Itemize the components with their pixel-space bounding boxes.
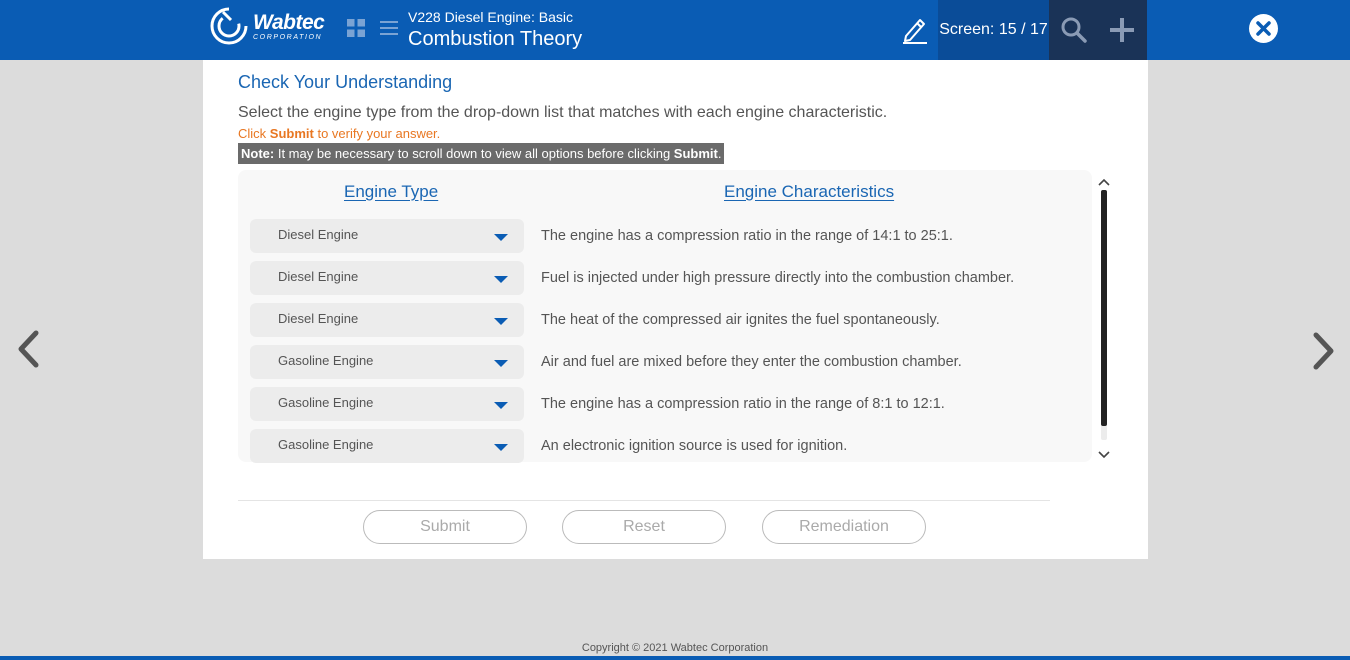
engine-characteristic: The engine has a compression ratio in th… — [541, 396, 945, 412]
dropdown-selected-value: Diesel Engine — [278, 269, 359, 284]
engine-characteristic: Air and fuel are mixed before they enter… — [541, 354, 962, 370]
copyright-footer: Copyright © 2021 Wabtec Corporation — [581, 642, 769, 654]
engine-type-dropdown[interactable]: Diesel Engine — [250, 303, 524, 337]
chevron-down-icon — [494, 276, 508, 283]
course-title: Combustion Theory — [408, 28, 583, 50]
next-screen-chevron-icon[interactable] — [1312, 332, 1336, 370]
dropdown-selected-value: Diesel Engine — [278, 311, 359, 326]
wabtec-logo-icon — [209, 6, 249, 46]
engine-type-dropdown[interactable]: Gasoline Engine — [250, 387, 524, 421]
dropdown-selected-value: Gasoline Engine — [278, 353, 374, 368]
chevron-down-icon — [494, 402, 508, 409]
table-row: Diesel Engine Fuel is injected under hig… — [250, 261, 1090, 295]
course-title-block: V228 Diesel Engine: Basic Combustion The… — [408, 9, 582, 53]
engine-type-dropdown[interactable]: Diesel Engine — [250, 219, 524, 253]
screen-counter: Screen: 15 / 17 — [938, 0, 1049, 60]
hamburger-menu-icon[interactable] — [379, 18, 399, 38]
divider — [238, 500, 1050, 501]
bottom-bar — [0, 656, 1350, 660]
chevron-down-icon — [494, 444, 508, 451]
engine-characteristic: Fuel is injected under high pressure dir… — [541, 270, 1015, 286]
instruction-text: Select the engine type from the drop-dow… — [238, 104, 888, 121]
matching-table: Engine Type Engine Characteristics Diese… — [238, 170, 1092, 463]
scroll-note: Note: It may be necessary to scroll down… — [238, 143, 725, 164]
course-subtitle: V228 Diesel Engine: Basic — [408, 9, 573, 25]
reset-button[interactable]: Reset — [562, 510, 726, 544]
top-header-bar: Wabtec CORPORATION V228 Diesel Engine: B… — [0, 0, 1350, 60]
table-row: Gasoline Engine An electronic ignition s… — [250, 429, 1090, 463]
pencil-icon[interactable] — [902, 14, 928, 44]
submit-hint: Click Submit to verify your answer. — [238, 126, 441, 141]
wabtec-logo: Wabtec CORPORATION — [209, 5, 334, 47]
engine-characteristic: The engine has a compression ratio in th… — [541, 228, 953, 244]
content-panel: Check Your Understanding Select the engi… — [203, 60, 1148, 559]
engine-characteristic: An electronic ignition source is used fo… — [541, 438, 848, 454]
column-header-engine-characteristics: Engine Characteristics — [724, 182, 895, 201]
table-row: Diesel Engine The engine has a compressi… — [250, 219, 1090, 253]
engine-type-dropdown[interactable]: Gasoline Engine — [250, 429, 524, 463]
plus-icon[interactable] — [1108, 16, 1136, 44]
column-header-engine-type: Engine Type — [344, 182, 439, 201]
logo-corporation: CORPORATION — [253, 33, 323, 41]
dropdown-selected-value: Diesel Engine — [278, 227, 359, 242]
submit-button[interactable]: Submit — [363, 510, 527, 544]
scrollbar-thumb[interactable] — [1101, 190, 1107, 426]
scroll-down-chevron-icon[interactable] — [1098, 447, 1110, 459]
previous-screen-chevron-icon[interactable] — [16, 330, 40, 368]
engine-type-dropdown[interactable]: Diesel Engine — [250, 261, 524, 295]
dropdown-selected-value: Gasoline Engine — [278, 437, 374, 452]
chevron-down-icon — [494, 234, 508, 241]
grid-icon[interactable] — [347, 19, 365, 37]
chevron-down-icon — [494, 360, 508, 367]
logo-name: Wabtec — [253, 10, 325, 34]
page-title: Check Your Understanding — [238, 72, 453, 92]
engine-type-dropdown[interactable]: Gasoline Engine — [250, 345, 524, 379]
table-row: Gasoline Engine The engine has a compres… — [250, 387, 1090, 421]
engine-characteristic: The heat of the compressed air ignites t… — [541, 312, 940, 328]
table-row: Gasoline Engine Air and fuel are mixed b… — [250, 345, 1090, 379]
dropdown-selected-value: Gasoline Engine — [278, 395, 374, 410]
search-icon[interactable] — [1060, 16, 1088, 44]
remediation-button[interactable]: Remediation — [762, 510, 926, 544]
close-icon[interactable] — [1249, 14, 1278, 43]
scroll-up-chevron-icon[interactable] — [1098, 174, 1110, 186]
table-row: Diesel Engine The heat of the compressed… — [250, 303, 1090, 337]
chevron-down-icon — [494, 318, 508, 325]
